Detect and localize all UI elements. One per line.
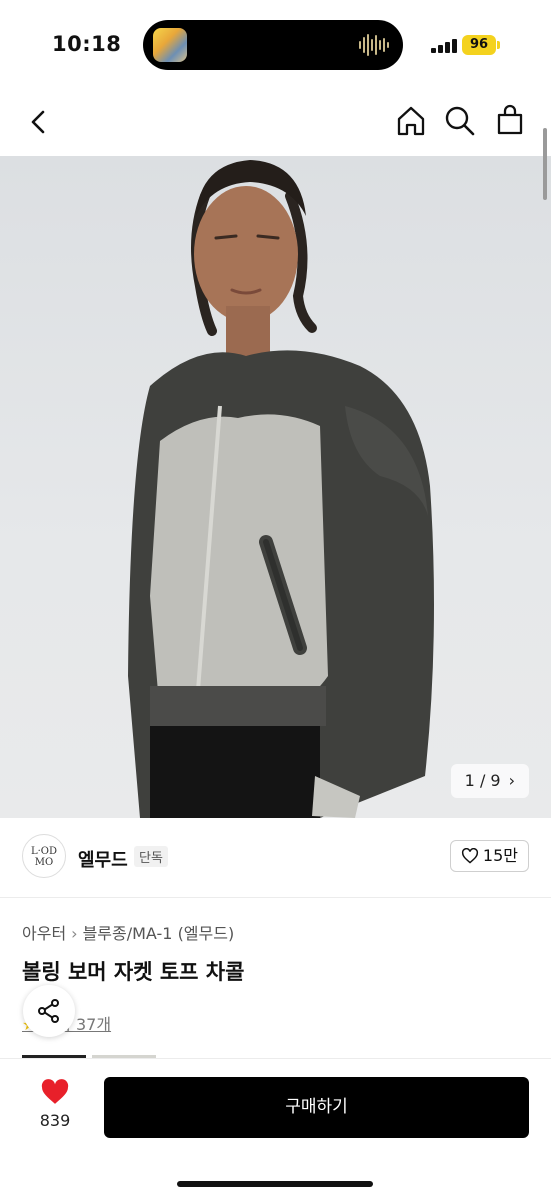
image-counter-text: 1 / 9 (464, 771, 501, 790)
chevron-right-icon: › (71, 924, 78, 943)
share-icon (38, 999, 59, 1023)
top-nav-bar (0, 88, 551, 156)
bottom-action-bar: 839 구매하기 (0, 1058, 551, 1200)
breadcrumb: 아우터 › 블루종/MA-1 (엘무드) (22, 920, 234, 944)
scroll-indicator (543, 128, 547, 200)
brand-logo[interactable]: L·OD MO (22, 834, 66, 878)
home-indicator (177, 1181, 373, 1187)
wish-count: 839 (39, 1111, 71, 1130)
product-photo (128, 160, 434, 818)
heart-outline-icon (461, 848, 478, 864)
brand-like-count: 15만 (482, 846, 518, 865)
home-icon[interactable] (394, 104, 428, 138)
product-image[interactable]: 1 / 9 › (0, 156, 551, 818)
signal-icon (431, 37, 457, 53)
breadcrumb-item[interactable]: 블루종/MA-1 (엘무드) (83, 924, 235, 943)
share-button[interactable] (23, 985, 75, 1037)
breadcrumb-item[interactable]: 아우터 (22, 924, 66, 943)
brand-row: L·OD MO 엘무드 단독 15만 (0, 818, 551, 898)
product-title: 볼링 보머 자켓 토프 차콜 (22, 960, 245, 984)
buy-button[interactable]: 구매하기 (104, 1077, 529, 1138)
battery-icon: 96 (462, 35, 500, 55)
dynamic-island[interactable] (143, 20, 403, 70)
cart-icon[interactable] (493, 103, 527, 137)
image-counter[interactable]: 1 / 9 › (450, 764, 529, 798)
chevron-right-icon: › (508, 771, 515, 790)
brand-like-button[interactable]: 15만 (449, 840, 529, 872)
search-icon[interactable] (443, 104, 477, 138)
brand-name[interactable]: 엘무드 (78, 846, 128, 872)
heart-filled-icon (41, 1079, 69, 1104)
wish-button[interactable]: 839 (22, 1079, 88, 1139)
exclusive-badge: 단독 (134, 846, 168, 867)
now-playing-icon (153, 28, 187, 62)
status-time: 10:18 (52, 32, 122, 56)
back-icon[interactable] (22, 106, 54, 138)
status-bar: 10:18 96 (0, 0, 551, 88)
audio-wave-icon (359, 32, 389, 58)
